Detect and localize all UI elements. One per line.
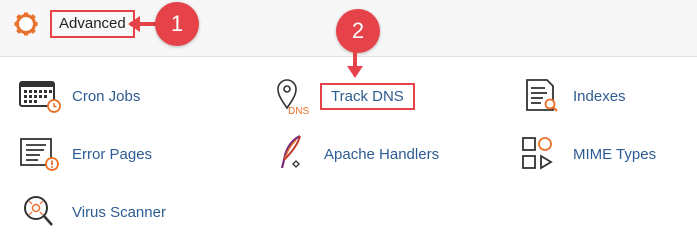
document-search-icon (526, 79, 558, 112)
item-mime-types[interactable]: MIME Types (519, 134, 656, 174)
dns-icon-text: DNS (288, 106, 309, 116)
callout-arrow-head-1 (128, 16, 140, 32)
cron-calendar-icon (19, 81, 61, 113)
item-apache-handlers[interactable]: Apache Handlers (270, 134, 439, 174)
item-indexes[interactable]: Indexes (519, 76, 626, 116)
callout-badge-2: 2 (336, 9, 380, 53)
callout-badge-1: 1 (155, 2, 199, 46)
item-label-indexes: Indexes (573, 87, 626, 105)
item-cron-jobs[interactable]: Cron Jobs (18, 76, 140, 116)
item-label-cron-jobs: Cron Jobs (72, 87, 141, 105)
mime-shapes-icon (522, 137, 553, 170)
item-label-apache-handlers: Apache Handlers (324, 145, 440, 163)
item-label-virus-scanner: Virus Scanner (72, 203, 166, 221)
item-error-pages[interactable]: Error Pages (18, 134, 152, 174)
virus-scan-icon (24, 196, 53, 226)
item-virus-scanner[interactable]: Virus Scanner (18, 192, 166, 232)
item-label-mime-types: MIME Types (573, 145, 657, 163)
error-page-icon (20, 138, 59, 171)
feather-icon (280, 135, 301, 169)
item-label-track-dns: Track DNS (320, 82, 415, 110)
item-label-error-pages: Error Pages (72, 145, 153, 163)
item-track-dns[interactable]: DNS Track DNS (270, 76, 415, 116)
section-title[interactable]: Advanced (50, 10, 135, 38)
gear-icon (14, 12, 38, 36)
dns-pin-icon: DNS (277, 79, 309, 116)
